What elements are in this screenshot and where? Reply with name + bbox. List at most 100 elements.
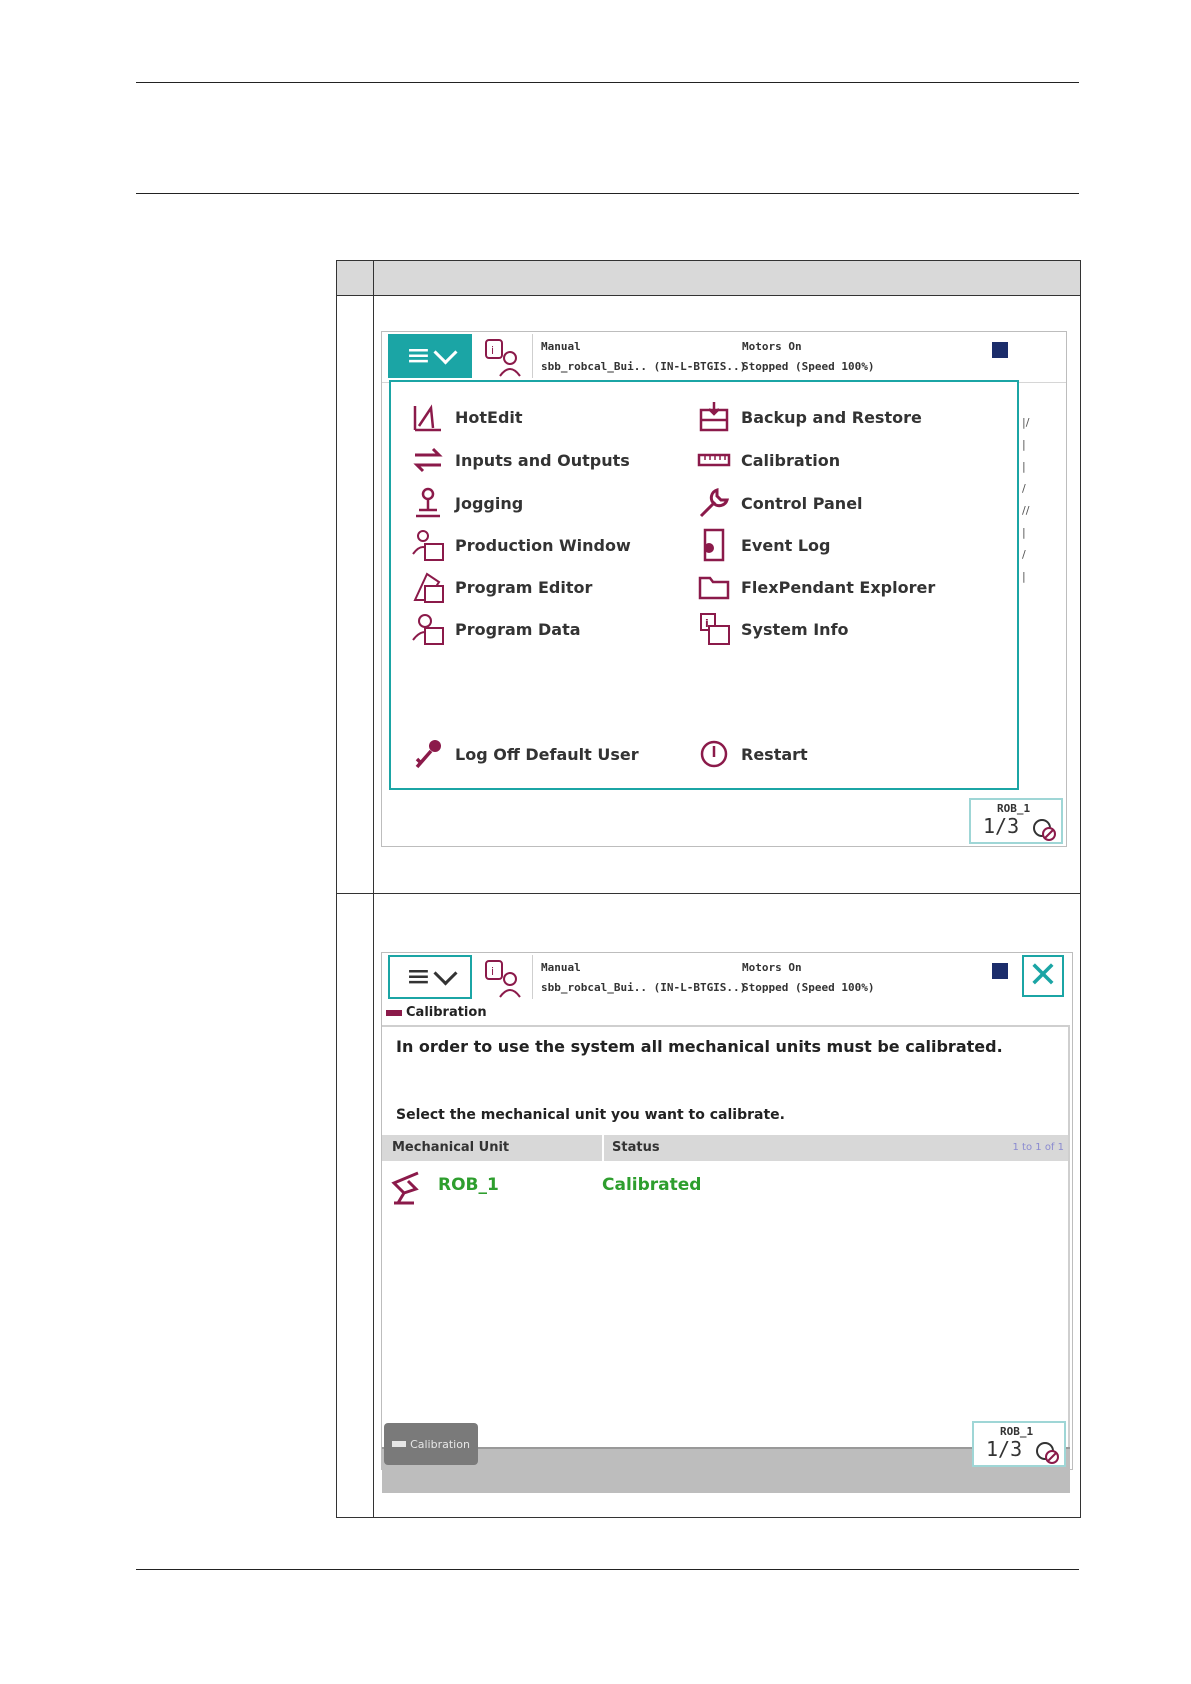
svg-text:i: i — [491, 965, 494, 978]
view-title: Calibration — [386, 1005, 487, 1020]
menu-item-label: Calibration — [741, 450, 841, 470]
menu-item-program-editor[interactable]: Program Editor — [411, 570, 592, 604]
menu-item-hotedit[interactable]: HotEdit — [411, 400, 523, 434]
grid-header: Mechanical Unit Status 1 to 1 of 1 — [382, 1135, 1068, 1161]
taskbar-calibration-button[interactable]: Calibration — [384, 1423, 478, 1465]
status-mode: Manual — [541, 961, 581, 974]
menu-item-label: Program Editor — [455, 577, 593, 597]
menu-item-label: Jogging — [455, 493, 524, 513]
status-mode: Manual — [541, 340, 581, 353]
menu-item-label: Production Window — [455, 535, 631, 555]
abb-menu-button[interactable]: ≡ — [388, 955, 472, 999]
run-mode-icon — [1036, 1442, 1059, 1464]
column-status[interactable]: Status — [612, 1140, 660, 1155]
robot-arm-icon — [391, 1171, 419, 1205]
hamburger-icon: ≡ — [405, 338, 432, 373]
top-bar: ≡ i Manual sbb_robcal_Bui.. (IN-L-BTGIS.… — [382, 953, 1072, 1003]
status-motors: Motors On — [742, 340, 802, 353]
chevron-down-icon — [433, 960, 458, 986]
menu-item-event-log[interactable]: Event Log — [697, 528, 830, 562]
menu-item-label: HotEdit — [455, 407, 523, 427]
log-off-label: Log Off Default User — [455, 744, 639, 764]
menu-item-label: FlexPendant Explorer — [741, 577, 936, 597]
menu-item-label: System Info — [741, 619, 849, 639]
main-menu-panel: HotEdit Inputs and Outputs Jogging Produ… — [389, 380, 1019, 790]
menu-item-inputs-outputs[interactable]: Inputs and Outputs — [411, 443, 630, 477]
menu-item-label: Program Data — [455, 619, 581, 639]
menu-item-calibration[interactable]: Calibration — [697, 443, 840, 477]
menu-item-backup-restore[interactable]: Backup and Restore — [697, 400, 922, 434]
quickset-icon[interactable] — [992, 963, 1008, 979]
status-state: Stopped (Speed 100%) — [742, 360, 875, 373]
top-rule — [136, 82, 1079, 83]
status-motors: Motors On — [742, 961, 802, 974]
menu-item-program-data[interactable]: Program Data — [411, 612, 581, 646]
calibration-small-icon — [392, 1441, 407, 1447]
menu-item-control-panel[interactable]: Control Panel — [697, 486, 863, 520]
header-cell-action — [373, 260, 1081, 296]
wrench-icon — [699, 487, 730, 518]
power-icon — [700, 740, 728, 768]
menu-item-jogging[interactable]: Jogging — [411, 486, 523, 520]
table-row[interactable]: ROB_1 Calibrated — [388, 1167, 1058, 1207]
operator-window-icon[interactable]: i — [480, 336, 526, 378]
folder-icon — [698, 576, 730, 600]
hamburger-icon: ≡ — [405, 959, 432, 994]
run-mode-icon — [1033, 819, 1056, 841]
log-off-button[interactable]: Log Off Default User — [411, 737, 639, 771]
status-bar[interactable]: Manual sbb_robcal_Bui.. (IN-L-BTGIS..) M… — [532, 955, 1011, 999]
flexpendant-calibration-screen: ≡ i Manual sbb_robcal_Bui.. (IN-L-BTGIS.… — [381, 952, 1073, 1493]
event-log-icon — [703, 528, 725, 562]
key-icon — [415, 740, 441, 769]
quickset-rob-button[interactable]: ROB_1 1/3 — [969, 798, 1063, 844]
menu-item-label: Control Panel — [741, 493, 863, 513]
quickset-icon[interactable] — [992, 342, 1008, 358]
flexpendant-main-menu-screen: ≡ i Manual sbb_robcal_Bui.. (IN-L-BTGIS.… — [381, 331, 1067, 847]
status-bar[interactable]: Manual sbb_robcal_Bui.. (IN-L-BTGIS..) M… — [532, 334, 1011, 378]
background-program-fragment: |/ | | / // | / | — [1022, 416, 1030, 583]
program-data-icon — [412, 614, 444, 645]
calibration-icon — [697, 453, 731, 467]
status-state: Stopped (Speed 100%) — [742, 981, 875, 994]
task-fraction: 1/3 — [983, 814, 1020, 838]
menu-item-production-window[interactable]: Production Window — [411, 528, 631, 562]
close-button[interactable]: ✕ — [1022, 955, 1064, 997]
unit-status: Calibrated — [602, 1175, 702, 1195]
close-icon: ✕ — [1027, 955, 1059, 996]
calibration-small-icon — [386, 1009, 402, 1016]
taskbar-label: Calibration — [410, 1437, 470, 1451]
production-window-icon — [412, 530, 444, 561]
operator-window-icon[interactable]: i — [480, 957, 526, 999]
step-1-number — [336, 295, 374, 894]
status-system: sbb_robcal_Bui.. (IN-L-BTGIS..) — [541, 981, 747, 994]
chevron-down-icon — [433, 339, 458, 365]
abb-menu-button[interactable]: ≡ — [388, 334, 472, 378]
restart-button[interactable]: Restart — [697, 737, 808, 771]
hotedit-icon — [413, 404, 441, 432]
menu-item-system-info[interactable]: i System Info — [697, 612, 849, 646]
quickset-rob-button[interactable]: ROB_1 1/3 — [972, 1421, 1066, 1467]
backup-restore-icon — [699, 402, 729, 432]
step-2-number — [336, 893, 374, 1518]
instruction-text: Select the mechanical unit you want to c… — [396, 1107, 785, 1123]
column-mechanical-unit[interactable]: Mechanical Unit — [392, 1140, 509, 1155]
intro-text: In order to use the system all mechanica… — [396, 1037, 1003, 1056]
menu-item-label: Inputs and Outputs — [455, 450, 630, 470]
command-bar — [382, 1447, 1070, 1493]
task-fraction: 1/3 — [986, 1437, 1023, 1461]
bottom-rule — [136, 1569, 1079, 1570]
unit-name: ROB_1 — [438, 1175, 499, 1195]
column-separator — [602, 1135, 604, 1161]
header-cell-step — [336, 260, 374, 296]
menu-item-label: Event Log — [741, 535, 831, 555]
paging-info: 1 to 1 of 1 — [1012, 1142, 1064, 1153]
status-system: sbb_robcal_Bui.. (IN-L-BTGIS..) — [541, 360, 747, 373]
program-editor-icon — [413, 572, 444, 603]
menu-item-flexpendant-explorer[interactable]: FlexPendant Explorer — [697, 570, 935, 604]
system-info-icon: i — [700, 613, 730, 645]
header-rule — [136, 193, 1079, 194]
top-bar: ≡ i Manual sbb_robcal_Bui.. (IN-L-BTGIS.… — [382, 332, 1066, 383]
joystick-icon — [416, 487, 440, 518]
calibration-view: In order to use the system all mechanica… — [382, 1025, 1070, 1493]
svg-text:i: i — [491, 344, 494, 357]
